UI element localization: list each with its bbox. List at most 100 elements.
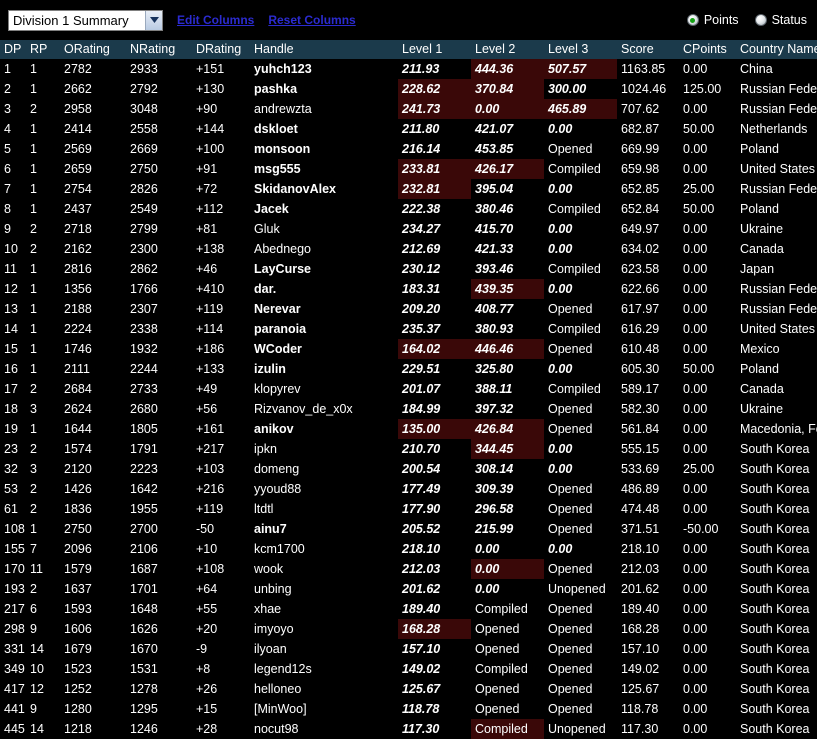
col-header-dp[interactable]: DP (0, 40, 26, 59)
cell-handle[interactable]: monsoon (250, 139, 398, 159)
cell-level-1[interactable]: 184.99 (398, 399, 471, 419)
cell-level-1[interactable]: 201.62 (398, 579, 471, 599)
cell-handle[interactable]: domeng (250, 459, 398, 479)
cell-level-3[interactable]: Opened (544, 499, 617, 519)
cell-level-3[interactable]: Opened (544, 639, 617, 659)
cell-handle[interactable]: andrewzta (250, 99, 398, 119)
cell-level-3[interactable]: Opened (544, 299, 617, 319)
table-row[interactable]: 15 1 1746 1932 +186 WCoder 164.02 446.46 Opened 6… (0, 339, 817, 359)
col-header-score[interactable]: Score (617, 40, 679, 59)
cell-level-3[interactable]: 465.89 (544, 99, 617, 119)
cell-handle[interactable]: dar. (250, 279, 398, 299)
cell-handle[interactable]: unbing (250, 579, 398, 599)
table-row[interactable]: 16 1 2111 2244 +133 izulin 229.51 325.80 0.00 605… (0, 359, 817, 379)
table-row[interactable]: 6 1 2659 2750 +91 msg555 233.81 426.17 Compiled 6… (0, 159, 817, 179)
cell-level-2[interactable]: Opened (471, 679, 544, 699)
cell-level-3[interactable]: Opened (544, 619, 617, 639)
cell-handle[interactable]: imyoyo (250, 619, 398, 639)
col-header-orating[interactable]: ORating (60, 40, 126, 59)
cell-level-1[interactable]: 211.80 (398, 119, 471, 139)
cell-level-2[interactable]: Opened (471, 639, 544, 659)
cell-level-2[interactable]: Opened (471, 619, 544, 639)
cell-level-2[interactable]: 408.77 (471, 299, 544, 319)
cell-handle[interactable]: WCoder (250, 339, 398, 359)
col-header-level3[interactable]: Level 3 (544, 40, 617, 59)
division-select[interactable]: Division 1 SummaryDivision 2 Summary (8, 9, 163, 31)
cell-level-1[interactable]: 235.37 (398, 319, 471, 339)
cell-level-1[interactable]: 125.67 (398, 679, 471, 699)
cell-level-1[interactable]: 229.51 (398, 359, 471, 379)
cell-level-3[interactable]: 0.00 (544, 439, 617, 459)
cell-level-1[interactable]: 212.69 (398, 239, 471, 259)
table-row[interactable]: 5 1 2569 2669 +100 monsoon 216.14 453.85 Opened 6… (0, 139, 817, 159)
cell-level-3[interactable]: Compiled (544, 199, 617, 219)
cell-level-2[interactable]: 393.46 (471, 259, 544, 279)
cell-handle[interactable]: [MinWoo] (250, 699, 398, 719)
cell-level-2[interactable]: 453.85 (471, 139, 544, 159)
cell-level-3[interactable]: Opened (544, 659, 617, 679)
cell-level-2[interactable]: Opened (471, 699, 544, 719)
table-row[interactable]: 17 2 2684 2733 +49 klopyrev 201.07 388.11 Compil… (0, 379, 817, 399)
col-header-nrating[interactable]: NRating (126, 40, 192, 59)
table-row[interactable]: 61 2 1836 1955 +119 ltdtl 177.90 296.58 Opened 47… (0, 499, 817, 519)
table-row[interactable]: 445 14 1218 1246 +28 nocut98 117.30 Compiled Uno… (0, 719, 817, 739)
cell-level-1[interactable]: 234.27 (398, 219, 471, 239)
cell-level-1[interactable]: 117.30 (398, 719, 471, 739)
cell-level-1[interactable]: 177.90 (398, 499, 471, 519)
cell-level-1[interactable]: 135.00 (398, 419, 471, 439)
cell-level-3[interactable]: 0.00 (544, 459, 617, 479)
cell-level-1[interactable]: 149.02 (398, 659, 471, 679)
cell-level-1[interactable]: 189.40 (398, 599, 471, 619)
cell-level-3[interactable]: 0.00 (544, 179, 617, 199)
cell-level-3[interactable]: Opened (544, 599, 617, 619)
reset-columns-link[interactable]: Reset Columns (268, 13, 355, 27)
cell-level-2[interactable]: 370.84 (471, 79, 544, 99)
cell-level-2[interactable]: 421.33 (471, 239, 544, 259)
cell-handle[interactable]: LayCurse (250, 259, 398, 279)
cell-level-1[interactable]: 200.54 (398, 459, 471, 479)
table-row[interactable]: 349 10 1523 1531 +8 legend12s 149.02 Compiled Op… (0, 659, 817, 679)
cell-handle[interactable]: yyoud88 (250, 479, 398, 499)
table-row[interactable]: 4 1 2414 2558 +144 dskloet 211.80 421.07 0.00 682… (0, 119, 817, 139)
cell-handle[interactable]: nocut98 (250, 719, 398, 739)
cell-handle[interactable]: SkidanovAlex (250, 179, 398, 199)
table-row[interactable]: 11 1 2816 2862 +46 LayCurse 230.12 393.46 Compil… (0, 259, 817, 279)
cell-level-3[interactable]: 507.57 (544, 59, 617, 79)
cell-level-3[interactable]: Opened (544, 419, 617, 439)
table-row[interactable]: 23 2 1574 1791 +217 ipkn 210.70 344.45 0.00 555.1… (0, 439, 817, 459)
cell-level-2[interactable]: 344.45 (471, 439, 544, 459)
cell-handle[interactable]: dskloet (250, 119, 398, 139)
col-header-handle[interactable]: Handle (250, 40, 398, 59)
table-row[interactable]: 8 1 2437 2549 +112 Jacek 222.38 380.46 Compiled 6… (0, 199, 817, 219)
cell-level-2[interactable]: 426.84 (471, 419, 544, 439)
table-row[interactable]: 441 9 1280 1295 +15 [MinWoo] 118.78 Opened Opene… (0, 699, 817, 719)
cell-level-1[interactable]: 218.10 (398, 539, 471, 559)
cell-level-2[interactable]: 388.11 (471, 379, 544, 399)
cell-level-3[interactable]: 0.00 (544, 359, 617, 379)
cell-level-3[interactable]: Opened (544, 139, 617, 159)
table-row[interactable]: 10 2 2162 2300 +138 Abednego 212.69 421.33 0.00 6… (0, 239, 817, 259)
cell-handle[interactable]: xhae (250, 599, 398, 619)
cell-level-3[interactable]: 0.00 (544, 219, 617, 239)
cell-level-2[interactable]: 380.46 (471, 199, 544, 219)
table-row[interactable]: 331 14 1679 1670 -9 ilyoan 157.10 Opened Opened 1… (0, 639, 817, 659)
cell-handle[interactable]: Nerevar (250, 299, 398, 319)
col-header-rp[interactable]: RP (26, 40, 60, 59)
cell-level-3[interactable]: Compiled (544, 159, 617, 179)
cell-handle[interactable]: Rizvanov_de_x0x (250, 399, 398, 419)
cell-level-2[interactable]: 0.00 (471, 539, 544, 559)
cell-level-3[interactable]: Compiled (544, 319, 617, 339)
table-row[interactable]: 193 2 1637 1701 +64 unbing 201.62 0.00 Unopened 2… (0, 579, 817, 599)
cell-handle[interactable]: legend12s (250, 659, 398, 679)
cell-level-3[interactable]: Unopened (544, 719, 617, 739)
cell-level-2[interactable]: 308.14 (471, 459, 544, 479)
cell-level-2[interactable]: Compiled (471, 659, 544, 679)
table-row[interactable]: 155 7 2096 2106 +10 kcm1700 218.10 0.00 0.00 218.… (0, 539, 817, 559)
edit-columns-link[interactable]: Edit Columns (177, 13, 254, 27)
cell-level-3[interactable]: Opened (544, 399, 617, 419)
col-header-level2[interactable]: Level 2 (471, 40, 544, 59)
cell-level-3[interactable]: Unopened (544, 579, 617, 599)
cell-handle[interactable]: Jacek (250, 199, 398, 219)
col-header-level1[interactable]: Level 1 (398, 40, 471, 59)
cell-level-3[interactable]: Compiled (544, 259, 617, 279)
